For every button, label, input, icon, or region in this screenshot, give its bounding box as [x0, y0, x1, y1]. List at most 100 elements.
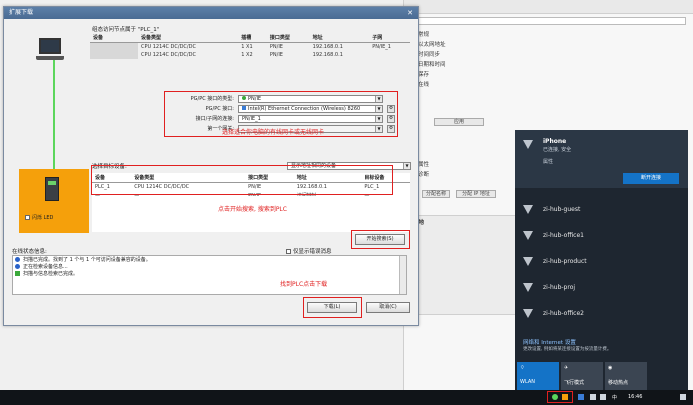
hotspot-icon: ◉ — [608, 365, 613, 371]
bg-assign-name-button[interactable]: 分配名称 — [422, 190, 450, 198]
wifi-tray-icon[interactable] — [590, 394, 596, 400]
wifi-lock-icon — [523, 283, 533, 292]
wifi-network-item[interactable]: zi-hub-guest — [515, 196, 688, 222]
tray-language[interactable]: 中 — [612, 394, 617, 401]
chevron-down-icon[interactable]: ▼ — [403, 163, 410, 169]
flash-led-label: 闪烁 LED — [32, 215, 54, 221]
compat-table: 设备 设备类型 插槽 接口类型 地址 子网 CPU 1214C DC/DC/DC… — [90, 33, 410, 59]
list-item: 扫描已完成。找到了 1 个与 1 个可访问设备兼容的设备。 — [13, 256, 406, 263]
plc-target-box: 闪烁 LED — [19, 169, 89, 233]
bg-label-6: 属性 — [418, 162, 430, 168]
table-cell: 192.168.0.1 — [312, 44, 343, 50]
bg-label-4: 保存 — [418, 72, 430, 78]
table-cell: 192.168.0.1 — [312, 52, 343, 58]
wifi-lock-icon — [523, 231, 533, 240]
table-cell — [90, 51, 138, 59]
table-row[interactable]: CPU 1214C DC/DC/DC 1 X2 PN/IE 192.168.0.… — [90, 51, 410, 59]
status-text: 扫描与信息检索已完成。 — [23, 271, 79, 277]
wifi-flyout: iPhone 已连接, 安全 属性 断开连接 zi-hub-guest zi-h… — [515, 130, 688, 392]
bg-label-0: 常规 — [418, 32, 430, 38]
red-annotation-box-load — [303, 297, 362, 318]
red-annotation-box-search — [351, 230, 410, 249]
network-properties-link[interactable]: 属性 — [543, 158, 553, 165]
status-text: 扫描已完成。找到了 1 个与 1 个可访问设备兼容的设备。 — [23, 257, 151, 263]
list-item: 正在检索设备信息... — [13, 263, 406, 270]
dialog-titlebar: 扩展下载 ✕ — [4, 7, 418, 19]
compat-header: 设备类型 — [138, 33, 239, 43]
disconnect-button[interactable]: 断开连接 — [623, 173, 679, 184]
info-icon — [15, 264, 20, 269]
wifi-network-name: zi-hub-proj — [543, 283, 576, 291]
table-cell — [90, 42, 138, 51]
bg-label-5: 在线 — [418, 82, 430, 88]
tray-app-icon[interactable] — [552, 394, 558, 400]
checkbox-icon[interactable] — [286, 248, 291, 254]
connected-network-status: 已连接, 安全 — [543, 147, 572, 153]
airplane-tile[interactable]: ✈ 飞行模式 — [561, 362, 603, 392]
wifi-network-name: zi-hub-guest — [543, 205, 581, 213]
network-settings-desc: 更改设置, 例如将某连接设置为按流量计费。 — [523, 347, 612, 352]
cancel-button[interactable]: 取消(C) — [366, 302, 410, 313]
compat-header: 地址 — [309, 33, 370, 43]
wifi-network-item[interactable]: zi-hub-proj — [515, 274, 688, 300]
compat-title: 组态访问节点属于 "PLC_1" — [92, 27, 160, 33]
table-cell: PN/IE_1 — [372, 44, 391, 50]
success-icon — [15, 271, 20, 276]
table-cell: PN/IE — [269, 44, 283, 50]
volume-icon[interactable] — [600, 394, 606, 400]
wifi-network-name: zi-hub-office2 — [543, 309, 584, 317]
wifi-tile-icon: ⌔ — [520, 365, 525, 371]
wifi-network-name: zi-hub-office1 — [543, 231, 584, 239]
annotation-download-note: 找到PLC点击下载 — [280, 281, 328, 288]
hotspot-tile[interactable]: ◉ 移动热点 — [605, 362, 647, 392]
list-item: 扫描与信息检索已完成。 — [13, 270, 406, 277]
wifi-lock-icon — [523, 205, 533, 214]
wifi-icon — [523, 140, 533, 149]
table-row[interactable]: CPU 1214C DC/DC/DC 1 X1 PN/IE 192.168.0.… — [90, 42, 410, 51]
bg-assign-ip-button[interactable]: 分配 IP 地址 — [456, 190, 496, 198]
table-cell: 1 X2 — [241, 52, 253, 58]
info-icon — [15, 257, 20, 262]
connected-network[interactable]: iPhone 已连接, 安全 属性 断开连接 — [515, 130, 688, 188]
bg-apply-button[interactable]: 应用 — [434, 118, 484, 126]
compat-header: 子网 — [369, 33, 410, 43]
only-errors-checkbox[interactable]: 仅显示错误消息 — [286, 247, 332, 255]
red-annotation-box-scan — [91, 165, 393, 195]
close-icon[interactable]: ✕ — [404, 8, 416, 18]
bg-label-7: 诊断 — [418, 172, 430, 178]
red-annotation-box-tray — [547, 391, 573, 403]
checkbox-icon[interactable] — [25, 215, 30, 220]
compat-header: 设备 — [90, 33, 138, 43]
tray-clock[interactable]: 16:46 — [628, 394, 642, 400]
tray-app-icon[interactable] — [578, 394, 584, 400]
bg-combo[interactable] — [418, 17, 686, 25]
connection-line — [53, 60, 55, 175]
status-scrollbar[interactable] — [399, 256, 406, 294]
status-text: 正在检索设备信息... — [23, 264, 68, 270]
annotation-interface-note: 选择适合你电脑的有线网卡或无线网卡 — [222, 129, 325, 136]
wifi-network-item[interactable]: zi-hub-office1 — [515, 222, 688, 248]
annotation-search-note: 点击开始搜索, 搜索到PLC — [218, 206, 287, 213]
bg-label-1: 以太网地址 — [418, 42, 446, 48]
notification-icon[interactable] — [680, 394, 686, 400]
network-settings-link[interactable]: 网络和 Internet 设置 — [523, 338, 576, 346]
wifi-network-item[interactable]: zi-hub-office2 — [515, 300, 688, 326]
tray-app-icon[interactable] — [562, 394, 568, 400]
scan-table-empty-area — [92, 196, 410, 232]
bg-label-2: 时间同步 — [418, 52, 441, 58]
wifi-lock-icon — [523, 257, 533, 266]
table-cell: PN/IE — [269, 52, 283, 58]
connected-network-name: iPhone — [543, 138, 567, 145]
bg-panel: 本地 — [409, 215, 519, 315]
wifi-lock-icon — [523, 309, 533, 318]
tile-label: 飞行模式 — [564, 380, 585, 386]
wifi-network-item[interactable]: zi-hub-product — [515, 248, 688, 274]
dialog-title: 扩展下载 — [9, 9, 34, 16]
bg-label-3: 日期和时间 — [418, 62, 446, 68]
status-list: 扫描已完成。找到了 1 个与 1 个可访问设备兼容的设备。 正在检索设备信息..… — [12, 255, 407, 295]
flash-led-checkbox[interactable]: 闪烁 LED — [25, 214, 53, 221]
wlan-tile[interactable]: ⌔ WLAN — [517, 362, 559, 392]
laptop-icon — [36, 38, 64, 66]
wifi-network-name: zi-hub-product — [543, 257, 587, 265]
table-cell: CPU 1214C DC/DC/DC — [141, 44, 196, 50]
